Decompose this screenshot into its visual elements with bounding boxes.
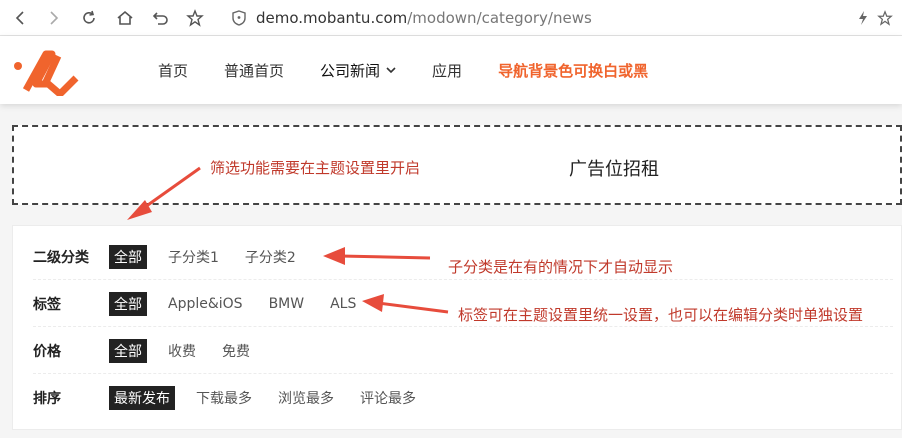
- filter-option[interactable]: BMW: [264, 294, 310, 314]
- filter-option[interactable]: 下载最多: [191, 386, 257, 410]
- address-bar[interactable]: demo.mobantu.com/modown/category/news: [230, 6, 592, 30]
- filter-row-price: 价格 全部 收费 免费: [33, 328, 893, 374]
- home-icon[interactable]: [112, 5, 138, 31]
- reload-icon[interactable]: [76, 5, 102, 31]
- filter-option[interactable]: Apple&iOS: [163, 294, 248, 314]
- filter-option[interactable]: 收费: [163, 339, 201, 363]
- nav-item-home[interactable]: 首页: [158, 60, 188, 81]
- filter-label: 标签: [33, 296, 61, 313]
- security-shield-icon: [232, 10, 246, 26]
- filter-option[interactable]: 全部: [109, 244, 147, 269]
- nav-item-company-news[interactable]: 公司新闻: [320, 60, 396, 81]
- site-header: 首页 普通首页 公司新闻 应用 导航背景色可换白或黑: [0, 36, 902, 104]
- filter-option[interactable]: 子分类1: [163, 245, 224, 269]
- browser-toolbar: demo.mobantu.com/modown/category/news: [0, 0, 902, 36]
- filter-annotation: 筛选功能需要在主题设置里开启: [210, 159, 421, 177]
- main-nav: 首页 普通首页 公司新闻 应用 导航背景色可换白或黑: [140, 36, 666, 104]
- forward-icon[interactable]: [40, 5, 66, 31]
- filter-label: 二级分类: [33, 249, 89, 266]
- ad-text: 广告位招租: [569, 159, 659, 180]
- filter-option[interactable]: ALS: [325, 294, 361, 314]
- site-logo[interactable]: [12, 46, 80, 96]
- filter-option[interactable]: 浏览最多: [273, 386, 339, 410]
- filter-label: 价格: [33, 343, 61, 360]
- filter-option[interactable]: 全部: [109, 291, 147, 316]
- filter-row-sort: 排序 最新发布 下载最多 浏览最多 评论最多: [33, 375, 893, 421]
- nav-item-apps[interactable]: 应用: [432, 60, 462, 81]
- nav-item-bg-color[interactable]: 导航背景色可换白或黑: [498, 60, 648, 81]
- bookmark-star-icon[interactable]: [182, 5, 208, 31]
- url-domain: demo.mobantu.com: [256, 9, 408, 27]
- chevron-down-icon: [386, 67, 396, 74]
- undo-icon[interactable]: [148, 5, 174, 31]
- filter-option[interactable]: 评论最多: [355, 386, 421, 410]
- filter-label: 排序: [33, 391, 61, 407]
- subcategory-annotation: 子分类是在有的情况下才自动显示: [448, 258, 674, 276]
- filter-option[interactable]: 全部: [109, 338, 147, 363]
- back-icon[interactable]: [8, 5, 34, 31]
- favorite-star-icon[interactable]: [872, 5, 898, 31]
- filter-option[interactable]: 子分类2: [240, 245, 301, 269]
- tag-annotation: 标签可在主题设置里统一设置，也可以在编辑分类时单独设置: [458, 306, 864, 324]
- filter-option[interactable]: 最新发布: [109, 386, 175, 410]
- nav-item-normal-home[interactable]: 普通首页: [224, 60, 284, 81]
- url-path: /modown/category/news: [407, 9, 592, 27]
- nav-item-company-news-label: 公司新闻: [320, 61, 381, 80]
- ad-banner[interactable]: 广告位招租: [12, 125, 902, 205]
- filter-option[interactable]: 免费: [217, 339, 255, 363]
